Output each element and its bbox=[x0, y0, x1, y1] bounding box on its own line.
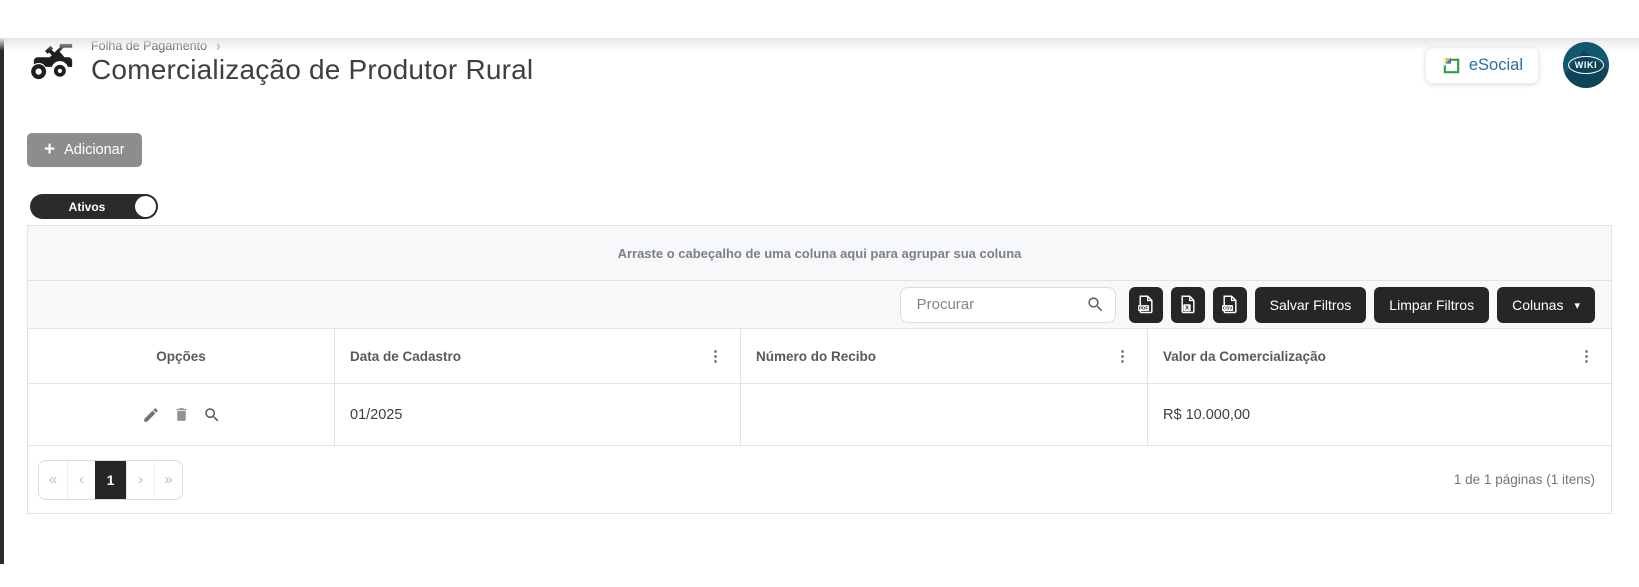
table-header-row: Opções Data de Cadastro ⋮ Número do Reci… bbox=[28, 329, 1611, 384]
pagination-page-1-button[interactable]: 1 bbox=[95, 461, 126, 499]
pagination-first-button[interactable]: « bbox=[39, 461, 67, 499]
sidebar-edge-strip bbox=[0, 38, 4, 564]
column-menu-icon[interactable]: ⋮ bbox=[1577, 349, 1596, 364]
group-drop-zone[interactable]: Arraste o cabeçalho de uma coluna aqui p… bbox=[28, 226, 1611, 281]
title-block: Folha de Pagamento › Comercialização de … bbox=[91, 38, 533, 86]
svg-text:CSV: CSV bbox=[1223, 306, 1233, 311]
wiki-badge[interactable]: WIKI bbox=[1563, 42, 1609, 88]
search-input[interactable] bbox=[915, 295, 1086, 314]
pagination: « ‹ 1 › » bbox=[38, 460, 183, 500]
search-box bbox=[900, 287, 1116, 323]
cell-valor-da-comercializacao: R$ 10.000,00 bbox=[1147, 384, 1611, 445]
page-title: Comercialização de Produtor Rural bbox=[91, 54, 533, 86]
clear-filters-button[interactable]: Limpar Filtros bbox=[1374, 287, 1489, 323]
grid-toolbar: PDF X CSV bbox=[28, 281, 1611, 329]
active-toggle-label: Ativos bbox=[69, 200, 106, 214]
save-filters-button[interactable]: Salvar Filtros bbox=[1255, 287, 1367, 323]
data-grid: Arraste o cabeçalho de uma coluna aqui p… bbox=[27, 225, 1612, 514]
search-icon[interactable] bbox=[1086, 295, 1105, 314]
svg-text:X: X bbox=[1185, 306, 1189, 312]
columns-button-label: Colunas bbox=[1512, 297, 1563, 313]
pagination-last-button[interactable]: » bbox=[154, 461, 182, 499]
breadcrumb-link-folha-de-pagamento[interactable]: Folha de Pagamento bbox=[91, 39, 207, 53]
breadcrumb: Folha de Pagamento › bbox=[91, 38, 533, 53]
tractor-icon bbox=[27, 40, 79, 86]
add-button-label: Adicionar bbox=[64, 142, 124, 158]
column-header-numero-do-recibo[interactable]: Número do Recibo ⋮ bbox=[740, 329, 1147, 383]
group-drop-hint: Arraste o cabeçalho de uma coluna aqui p… bbox=[618, 246, 1022, 261]
grid-footer: « ‹ 1 › » 1 de 1 páginas (1 itens) bbox=[28, 446, 1611, 513]
active-filter-toggle[interactable]: Ativos bbox=[30, 194, 158, 219]
pdf-file-icon: PDF bbox=[1137, 295, 1154, 314]
column-header-data-de-cadastro[interactable]: Data de Cadastro ⋮ bbox=[334, 329, 740, 383]
esocial-button-label: eSocial bbox=[1469, 56, 1523, 75]
column-header-valor-da-comercializacao[interactable]: Valor da Comercialização ⋮ bbox=[1147, 329, 1611, 383]
plus-icon: + bbox=[44, 140, 55, 159]
pagination-prev-button[interactable]: ‹ bbox=[67, 461, 95, 499]
pagination-next-button[interactable]: › bbox=[126, 461, 154, 499]
breadcrumb-chevron-icon: › bbox=[216, 37, 220, 54]
header-right: eSocial WIKI bbox=[1425, 38, 1609, 88]
export-pdf-button[interactable]: PDF bbox=[1129, 287, 1163, 323]
row-actions bbox=[142, 406, 221, 424]
page-header: Folha de Pagamento › Comercialização de … bbox=[27, 38, 1609, 92]
column-menu-icon[interactable]: ⋮ bbox=[706, 349, 725, 364]
esocial-logo-icon bbox=[1441, 55, 1462, 76]
esocial-button[interactable]: eSocial bbox=[1425, 47, 1539, 84]
view-icon[interactable] bbox=[203, 406, 221, 424]
export-xls-button[interactable]: X bbox=[1171, 287, 1205, 323]
columns-button[interactable]: Colunas ▾ bbox=[1497, 287, 1595, 323]
column-header-opcoes[interactable]: Opções bbox=[28, 329, 334, 383]
pagination-summary: 1 de 1 páginas (1 itens) bbox=[1454, 472, 1595, 487]
toggle-knob bbox=[135, 196, 156, 217]
wiki-badge-label: WIKI bbox=[1568, 56, 1604, 74]
edit-icon[interactable] bbox=[142, 406, 160, 424]
cell-data-de-cadastro: 01/2025 bbox=[334, 384, 740, 445]
svg-text:PDF: PDF bbox=[1139, 306, 1148, 311]
csv-file-icon: CSV bbox=[1221, 295, 1238, 314]
add-button[interactable]: + Adicionar bbox=[27, 133, 142, 167]
table-row: 01/2025 R$ 10.000,00 bbox=[28, 384, 1611, 446]
delete-icon[interactable] bbox=[173, 406, 190, 423]
row-options-cell bbox=[28, 384, 334, 445]
cell-numero-do-recibo bbox=[740, 384, 1147, 445]
column-menu-icon[interactable]: ⋮ bbox=[1113, 349, 1132, 364]
xls-file-icon: X bbox=[1179, 295, 1196, 314]
export-csv-button[interactable]: CSV bbox=[1213, 287, 1247, 323]
chevron-down-icon: ▾ bbox=[1574, 299, 1580, 312]
